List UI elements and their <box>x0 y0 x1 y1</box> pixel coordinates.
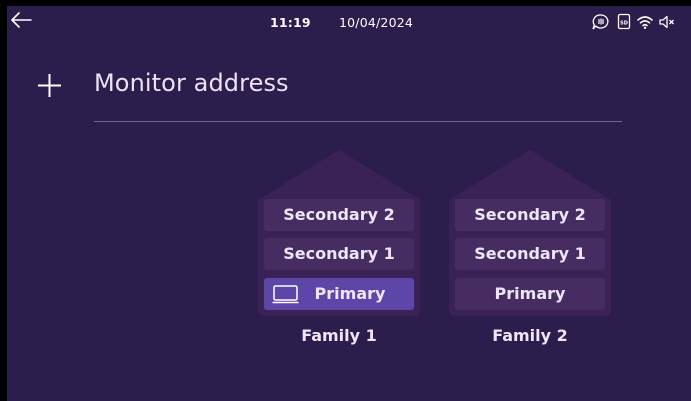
title-row: Monitor address <box>7 64 691 108</box>
wifi-icon <box>637 16 653 29</box>
floor-label: Secondary 1 <box>474 244 586 263</box>
floor-label: Primary <box>494 284 566 303</box>
plus-icon[interactable] <box>37 73 62 98</box>
clock-time: 11:19 <box>270 15 311 30</box>
floor-label: Secondary 1 <box>283 244 395 263</box>
family-2-label: Family 2 <box>492 326 568 345</box>
family-1-label: Family 1 <box>301 326 377 345</box>
clock-date: 10/04/2024 <box>339 15 414 30</box>
back-arrow-icon[interactable] <box>10 12 32 28</box>
family-1-house: Secondary 2 Secondary 1 Primary <box>258 150 420 316</box>
family-1-floor-secondary-2[interactable]: Secondary 2 <box>264 199 414 231</box>
family-2-floor-secondary-1[interactable]: Secondary 1 <box>455 238 605 270</box>
family-2-floor-primary[interactable]: Primary <box>455 278 605 310</box>
speaker-muted-icon <box>659 15 674 29</box>
floor-label: Secondary 2 <box>283 205 395 224</box>
svg-text:SD: SD <box>620 20 628 26</box>
family-2-house: Secondary 2 Secondary 1 Primary <box>449 150 611 316</box>
floor-label: Secondary 2 <box>474 205 586 224</box>
intercom-icon <box>592 14 609 30</box>
monitor-address-screen: 11:19 10/04/2024 SD Monitor address Seco… <box>7 6 691 401</box>
family-1-floor-primary[interactable]: Primary <box>264 278 414 310</box>
family-1-floor-secondary-1[interactable]: Secondary 1 <box>264 238 414 270</box>
monitor-icon <box>272 285 299 304</box>
title-divider <box>94 121 622 122</box>
status-bar: 11:19 10/04/2024 SD <box>7 6 691 38</box>
sd-card-icon: SD <box>617 13 631 30</box>
floor-label: Primary <box>314 284 386 303</box>
page-title: Monitor address <box>94 69 289 97</box>
family-2-floor-secondary-2[interactable]: Secondary 2 <box>455 199 605 231</box>
